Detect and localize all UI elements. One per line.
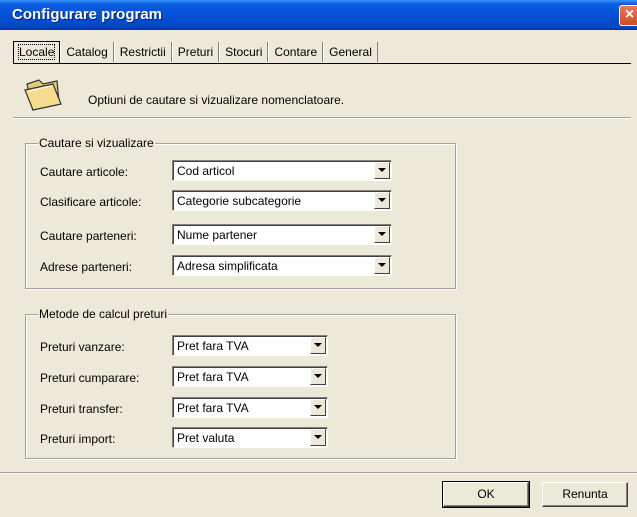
tab-general[interactable]: General	[323, 42, 378, 62]
tab-locale[interactable]: Locale	[13, 41, 61, 63]
purchase-price-select[interactable]: Pret fara TVA	[172, 366, 328, 387]
tab-restrictii[interactable]: Restrictii	[113, 42, 172, 62]
search-articles-select[interactable]: Cod articol	[172, 160, 392, 181]
dropdown-button[interactable]	[310, 399, 326, 416]
chevron-down-icon	[314, 343, 322, 347]
classify-articles-select[interactable]: Categorie subcategorie	[172, 190, 392, 211]
chevron-down-icon	[378, 232, 386, 236]
chevron-down-icon	[314, 374, 322, 378]
dropdown-button[interactable]	[374, 192, 390, 209]
chevron-down-icon	[378, 168, 386, 172]
tab-contare[interactable]: Contare	[268, 42, 324, 62]
row-label: Cautare articole:	[40, 165, 129, 179]
close-icon: ×	[624, 6, 635, 23]
dropdown-button[interactable]	[310, 368, 326, 385]
row-label: Preturi transfer:	[40, 402, 123, 416]
select-value: Pret fara TVA	[177, 370, 249, 384]
open-folder-icon	[23, 76, 67, 112]
select-value: Categorie subcategorie	[177, 194, 302, 208]
cancel-button[interactable]: Renunta	[542, 482, 628, 507]
row-label: Adrese parteneri:	[40, 260, 133, 274]
group-title: Cautare si vizualizare	[38, 136, 155, 150]
chevron-down-icon	[314, 435, 322, 439]
footer-separator	[0, 472, 637, 474]
dropdown-button[interactable]	[374, 226, 390, 243]
tab-stocuri[interactable]: Stocuri	[219, 42, 269, 62]
select-value: Cod articol	[177, 164, 235, 178]
title-bar[interactable]: Configurare program ×	[0, 0, 637, 30]
partner-addresses-select[interactable]: Adresa simplificata	[172, 255, 392, 276]
select-value: Pret fara TVA	[177, 339, 249, 353]
ok-button[interactable]: OK	[442, 481, 530, 508]
chevron-down-icon	[378, 263, 386, 267]
dropdown-button[interactable]	[310, 429, 326, 446]
select-value: Adresa simplificata	[177, 259, 278, 273]
search-partners-select[interactable]: Nume partener	[172, 224, 392, 245]
row-label: Clasificare articole:	[40, 195, 142, 209]
select-value: Pret fara TVA	[177, 401, 249, 415]
select-value: Pret valuta	[177, 431, 235, 445]
row-label: Preturi vanzare:	[40, 340, 125, 354]
tab-label: Locale	[17, 44, 56, 60]
tab-preturi[interactable]: Preturi	[171, 42, 220, 62]
row-label: Preturi import:	[40, 432, 116, 446]
row-label: Preturi cumparare:	[40, 371, 140, 385]
group-title: Metode de calcul preturi	[38, 307, 169, 321]
transfer-price-select[interactable]: Pret fara TVA	[172, 397, 328, 418]
page-header: Optiuni de cautare si vizualizare nomenc…	[13, 64, 631, 118]
sale-price-select[interactable]: Pret fara TVA	[172, 335, 328, 356]
chevron-down-icon	[314, 405, 322, 409]
dropdown-button[interactable]	[374, 257, 390, 274]
row-label: Cautare parteneri:	[40, 229, 137, 243]
configuration-dialog: Configurare program × Locale Catalog Res…	[0, 0, 637, 517]
close-button[interactable]: ×	[619, 5, 637, 26]
tab-strip: Locale Catalog Restrictii Preturi Stocur…	[13, 41, 378, 64]
import-price-select[interactable]: Pret valuta	[172, 427, 328, 448]
dropdown-button[interactable]	[374, 162, 390, 179]
chevron-down-icon	[378, 198, 386, 202]
window-title: Configurare program	[12, 6, 163, 23]
dropdown-button[interactable]	[310, 337, 326, 354]
header-separator	[13, 117, 631, 119]
tab-catalog[interactable]: Catalog	[60, 42, 114, 62]
select-value: Nume partener	[177, 228, 258, 242]
page-description: Optiuni de cautare si vizualizare nomenc…	[88, 93, 345, 107]
